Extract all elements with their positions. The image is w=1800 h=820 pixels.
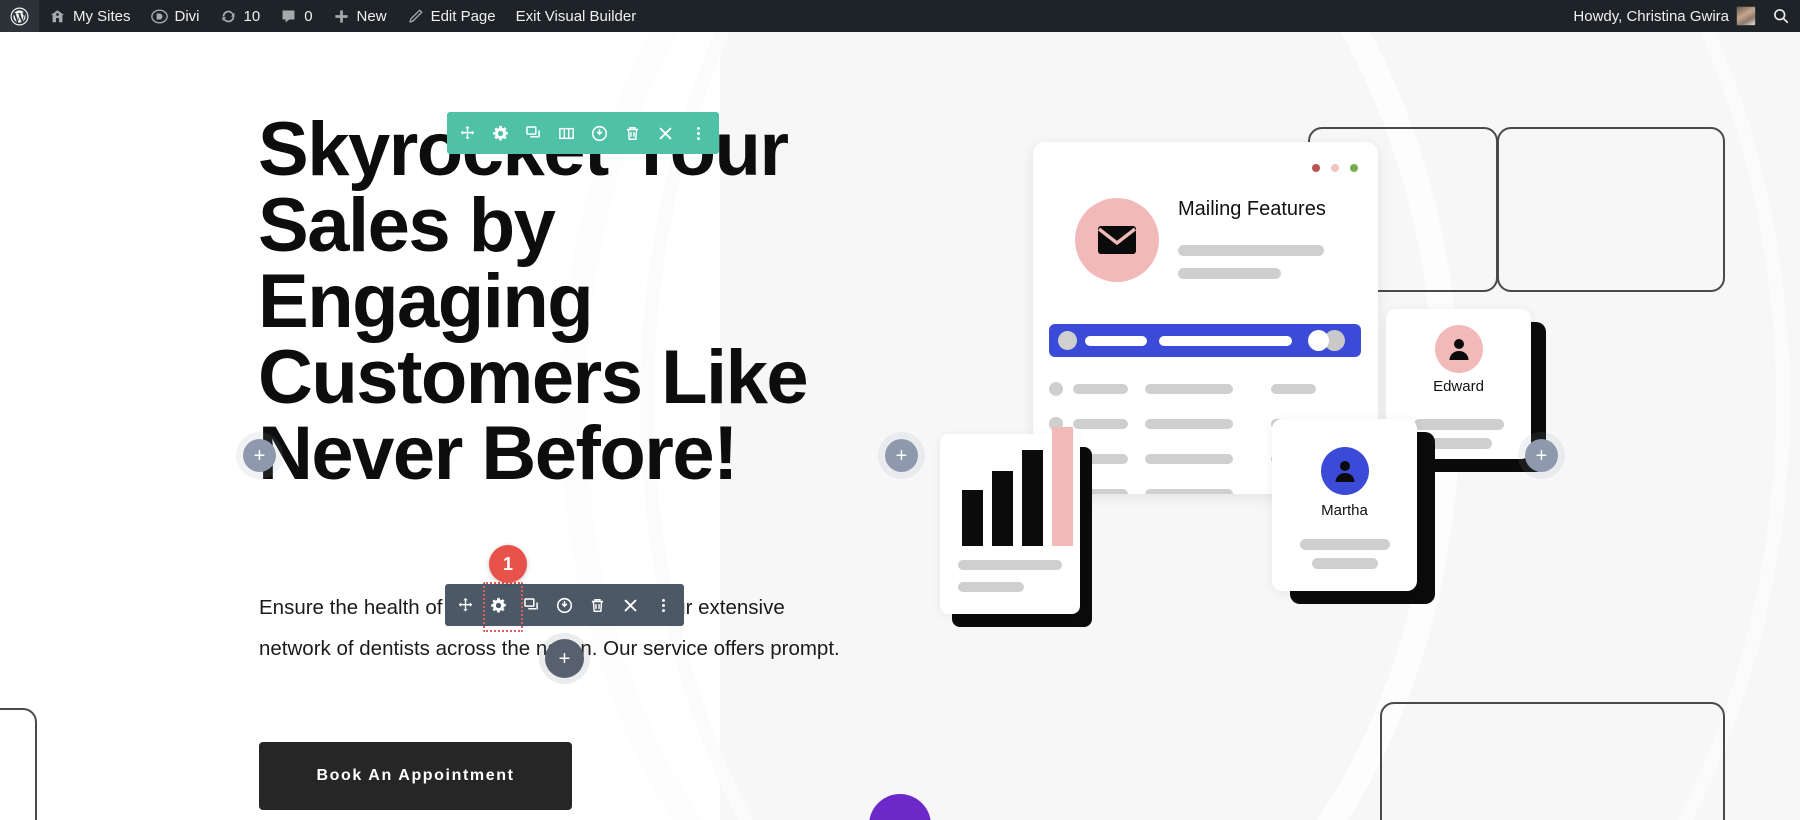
trash-icon[interactable] [581,584,614,626]
admin-bar-wordpress-logo[interactable] [0,0,39,32]
window-dot-pink [1331,164,1339,172]
decorative-outline-box-3 [1380,702,1725,820]
placeholder-line [1425,438,1492,449]
admin-bar-comments[interactable]: 0 [270,0,322,32]
my-sites-icon [49,8,66,25]
admin-bar-exit-visual-builder-label: Exit Visual Builder [515,7,637,25]
duplicate-icon[interactable] [515,584,548,626]
section-settings-toolbar[interactable] [447,112,719,154]
admin-bar-account[interactable]: Howdy, Christina Gwira [1563,0,1762,32]
bar-chart-card [940,427,1080,614]
placeholder-line [1145,384,1233,394]
placeholder-line [958,560,1062,570]
page-title: Skyrocket Your Sales by Engaging Custome… [258,107,809,496]
admin-bar-my-sites-label: My Sites [73,7,131,25]
gear-icon[interactable] [482,582,523,632]
close-icon[interactable] [649,112,682,154]
placeholder-line [1145,454,1233,464]
person-icon [1434,325,1483,373]
row-badge [1308,330,1329,351]
placeholder-line [1159,336,1292,346]
window-dots [1312,164,1358,172]
admin-bar-edit-page-label: Edit Page [430,7,496,25]
row-avatar [1049,382,1063,396]
columns-icon[interactable] [550,112,583,154]
add-row-right-button[interactable]: + [1525,439,1558,472]
placeholder-line [1271,384,1316,394]
add-row-left-button[interactable]: + [243,439,276,472]
kebab-icon[interactable] [682,112,715,154]
decorative-outline-box-2 [1497,127,1725,292]
admin-bar-divi[interactable]: Divi [141,0,210,32]
admin-bar-exit-visual-builder[interactable]: Exit Visual Builder [506,0,647,32]
person-card-martha: Martha [1272,419,1417,591]
admin-bar-howdy-label: Howdy, Christina Gwira [1573,7,1729,25]
trash-icon[interactable] [616,112,649,154]
placeholder-line [958,582,1024,592]
power-icon[interactable] [548,584,581,626]
person-name: Edward [1433,378,1484,395]
person-name: Martha [1321,502,1368,519]
placeholder-line [1413,419,1504,430]
search-icon [1772,7,1790,25]
placeholder-line [1073,419,1128,429]
admin-bar-search[interactable] [1762,0,1800,32]
highlighted-row [1049,324,1361,357]
placeholder-line [1299,539,1390,550]
chart-bar [962,490,983,546]
status-badge: 1 [489,545,527,583]
admin-bar-edit-page[interactable]: Edit Page [397,0,506,32]
comments-icon [280,8,297,25]
close-icon[interactable] [614,584,647,626]
row-avatar [1058,331,1077,350]
avatar [1736,6,1756,26]
placeholder-line [1145,419,1233,429]
placeholder-line [1311,558,1378,569]
chart-bar [1022,450,1043,546]
module-settings-toolbar[interactable] [445,582,684,632]
admin-bar-divi-label: Divi [174,7,200,25]
chart-bar [992,471,1013,546]
divi-icon [150,8,168,25]
wp-admin-bar: My Sites Divi 10 0 New Edit Page Exit Vi… [0,0,1800,32]
add-row-center-button[interactable]: + [885,439,918,472]
duplicate-icon[interactable] [517,112,550,154]
placeholder-line [1145,489,1233,494]
placeholder-line [1073,384,1128,394]
wordpress-logo-icon [10,7,29,26]
plus-icon [333,8,350,25]
page-canvas: Mailing Features Edward Martha Skyrocket… [0,32,1800,820]
gear-icon[interactable] [484,112,517,154]
updates-icon [220,8,237,25]
admin-bar-my-sites[interactable]: My Sites [39,0,141,32]
admin-bar-comments-count: 0 [304,7,313,25]
mailing-card-title: Mailing Features [1178,198,1326,220]
power-icon[interactable] [583,112,616,154]
admin-bar-new[interactable]: New [323,0,397,32]
placeholder-line [1178,245,1324,256]
decorative-outline-box-4 [0,708,37,820]
move-icon[interactable] [451,112,484,154]
window-dot-green [1350,164,1358,172]
placeholder-line [1085,336,1147,346]
add-module-button[interactable]: + [545,639,584,678]
person-icon [1320,447,1369,495]
pencil-icon [407,8,424,25]
placeholder-line [1178,268,1281,279]
admin-bar-updates[interactable]: 10 [210,0,271,32]
admin-bar-updates-count: 10 [243,7,261,25]
chart-bar [1052,427,1073,546]
kebab-icon[interactable] [647,584,680,626]
book-an-appointment-button[interactable]: Book An Appointment [259,742,572,810]
window-dot-red [1312,164,1320,172]
envelope-icon [1075,198,1159,282]
move-icon[interactable] [449,584,482,626]
admin-bar-new-label: New [356,7,387,25]
